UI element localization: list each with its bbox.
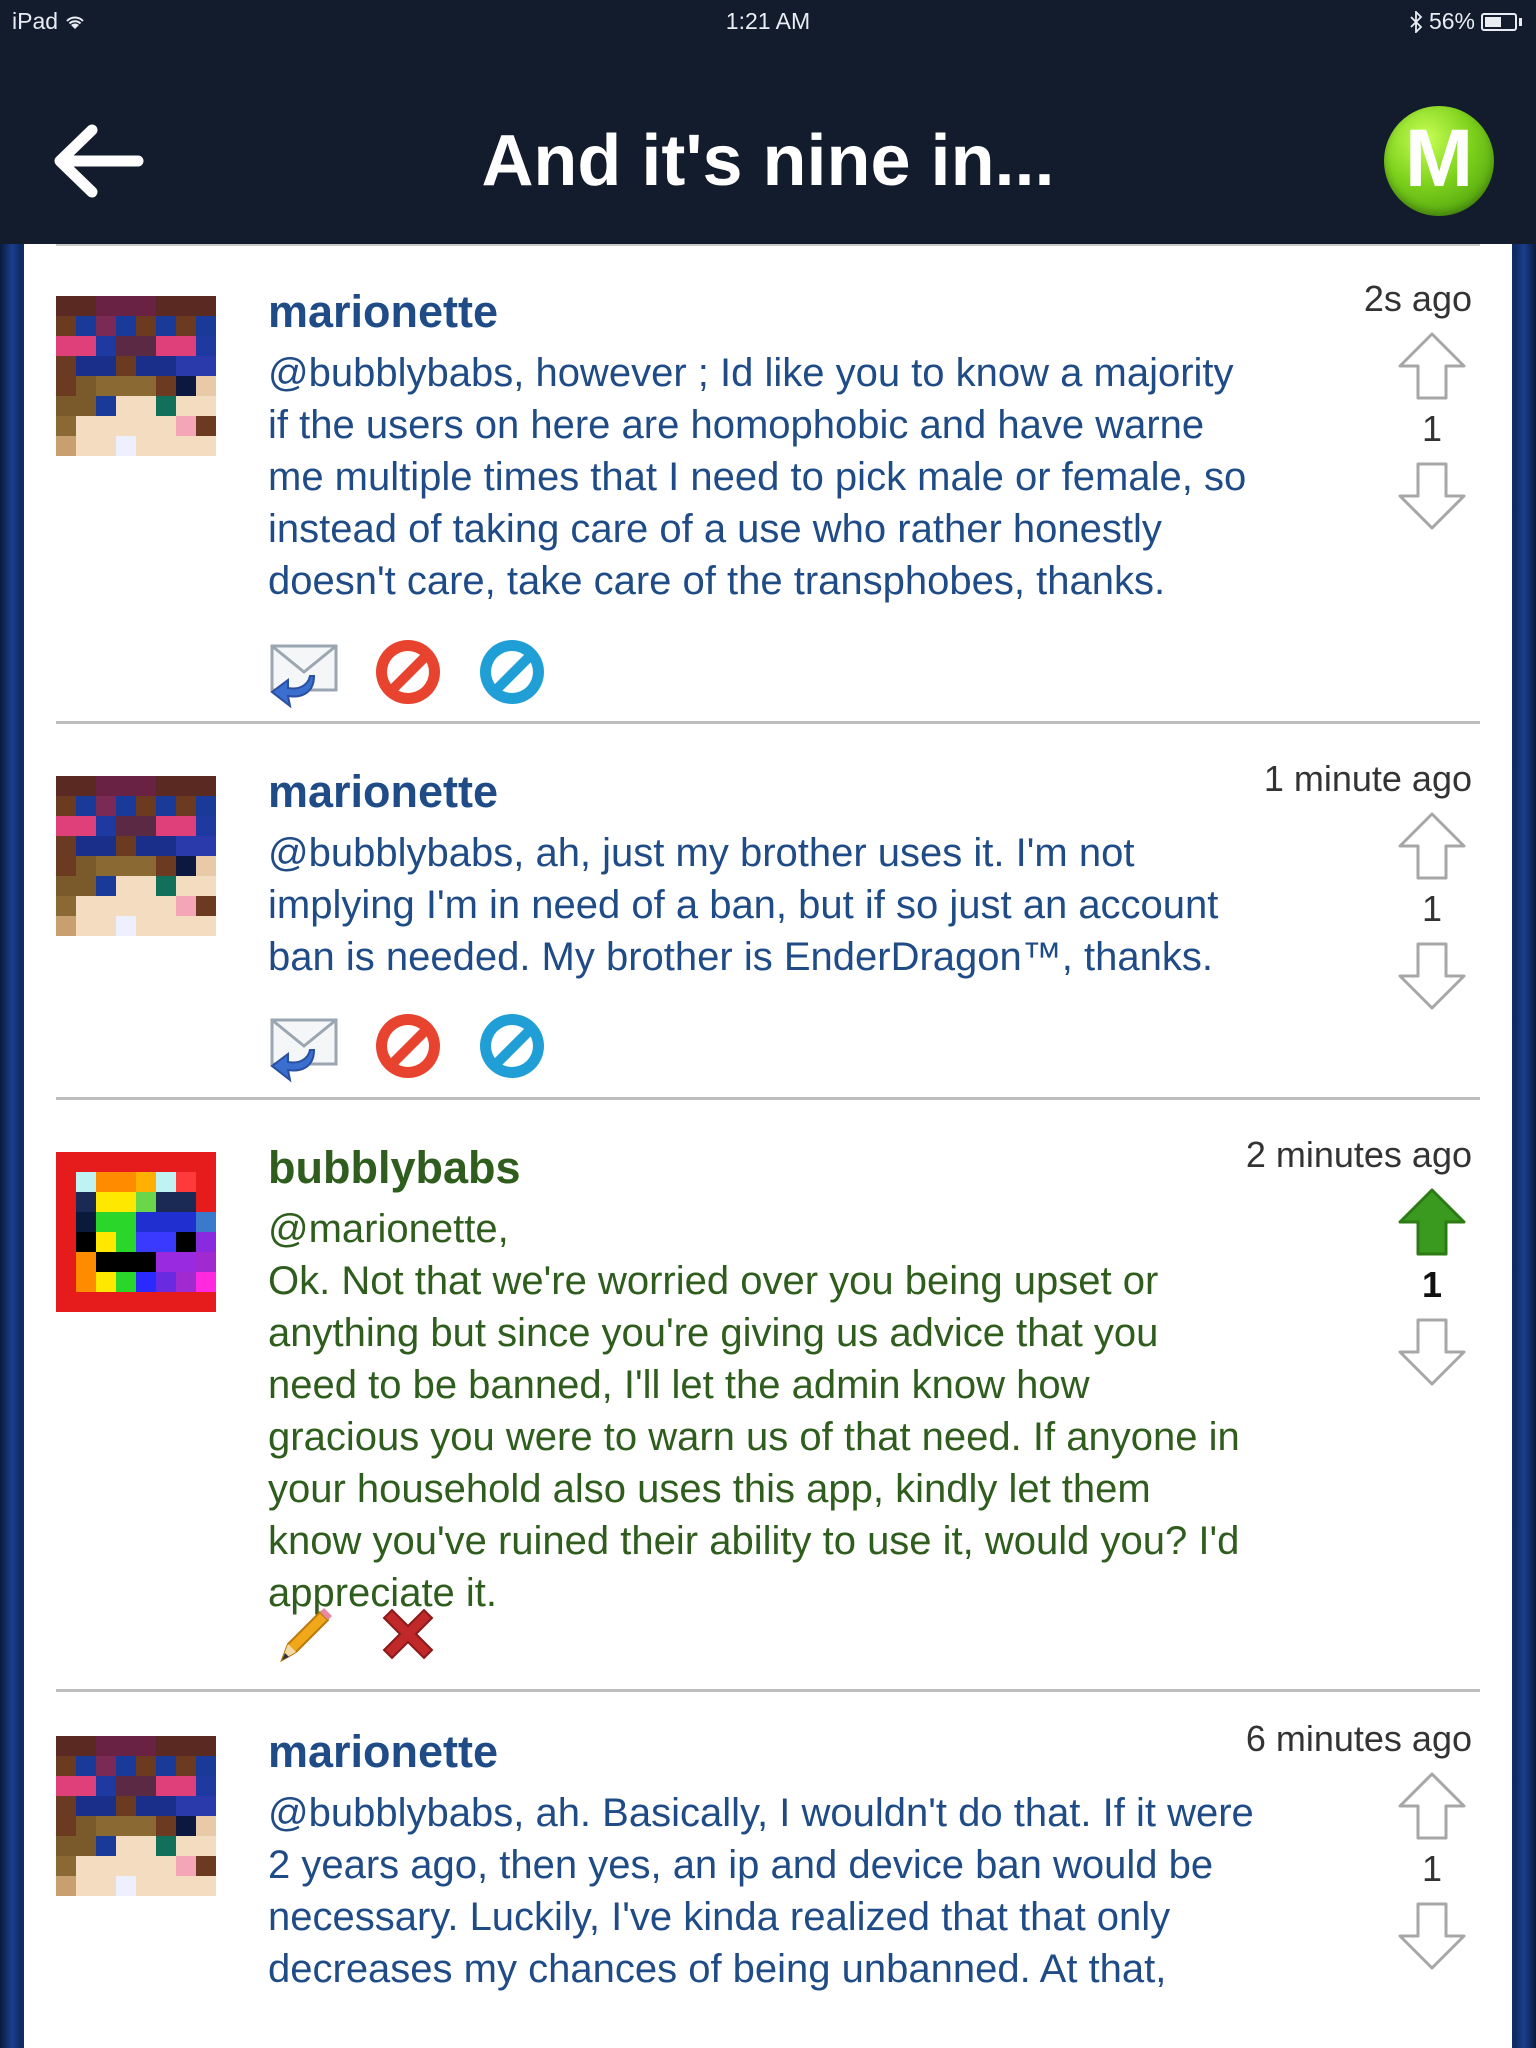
downvote-arrow-icon[interactable]	[1396, 1316, 1468, 1388]
comment-timestamp: 6 minutes ago	[1245, 1718, 1472, 1759]
avatar[interactable]	[56, 296, 216, 456]
edit-pencil-icon[interactable]	[268, 1598, 340, 1670]
downvote-arrow-icon[interactable]	[1396, 460, 1468, 532]
reply-mail-icon[interactable]	[268, 1010, 340, 1082]
comment-actions	[268, 1010, 548, 1082]
delete-x-icon[interactable]	[372, 1598, 444, 1670]
comment-timestamp: 2 minutes ago	[1245, 1134, 1472, 1175]
downvote-arrow-icon[interactable]	[1396, 1900, 1468, 1972]
battery-percent: 56%	[1428, 8, 1475, 34]
page-title: And it's nine in...	[481, 121, 1055, 201]
comment-username[interactable]: bubblybabs	[268, 1142, 521, 1194]
comments-panel: marionette 2s ago @bubblybabs, however ;…	[24, 244, 1512, 2048]
battery-tip	[1519, 17, 1522, 26]
vote-score: 1	[1421, 1264, 1443, 1305]
comment-body: @bubblybabs, ah, just my brother uses it…	[268, 831, 1219, 979]
avatar[interactable]	[56, 1736, 216, 1896]
bluetooth-icon	[1410, 10, 1423, 33]
clock: 1:21 AM	[725, 8, 811, 34]
nav-bar: And it's nine in... M	[0, 44, 1536, 244]
divider	[56, 1689, 1480, 1692]
block-red-icon[interactable]	[372, 1010, 444, 1082]
vote-score: 1	[1421, 888, 1443, 929]
downvote-arrow-icon[interactable]	[1396, 940, 1468, 1012]
comment-username[interactable]: marionette	[268, 286, 498, 338]
block-red-icon[interactable]	[372, 636, 444, 708]
upvote-arrow-icon[interactable]	[1396, 810, 1468, 882]
status-bar: iPad 1:21 AM 56%	[0, 0, 1536, 44]
reply-mail-icon[interactable]	[268, 636, 340, 708]
battery-icon	[1481, 12, 1517, 31]
upvote-arrow-icon[interactable]	[1396, 1770, 1468, 1842]
comment-username[interactable]: marionette	[268, 1726, 498, 1778]
divider	[56, 1097, 1480, 1100]
comment-actions	[268, 636, 548, 708]
divider	[56, 721, 1480, 724]
logo-letter: M	[1404, 113, 1474, 204]
vote-score: 1	[1421, 408, 1443, 449]
comment-actions	[268, 1598, 444, 1670]
comment-username[interactable]: marionette	[268, 766, 498, 818]
comment-body: @marionette, Ok. Not that we're worried …	[268, 1207, 1240, 1615]
comment-timestamp: 1 minute ago	[1263, 758, 1472, 799]
vote-score: 1	[1421, 1848, 1443, 1889]
avatar[interactable]	[56, 776, 216, 936]
comment-body: @bubblybabs, ah. Basically, I wouldn't d…	[268, 1791, 1254, 1991]
app-logo-button[interactable]: M	[1384, 106, 1494, 216]
block-blue-icon[interactable]	[476, 1010, 548, 1082]
comment-timestamp: 2s ago	[1363, 278, 1472, 319]
upvote-arrow-icon[interactable]	[1396, 330, 1468, 402]
upvote-arrow-icon-active[interactable]	[1396, 1186, 1468, 1258]
comment-body: @bubblybabs, however ; Id like you to kn…	[268, 351, 1247, 603]
divider	[56, 244, 1480, 246]
avatar[interactable]	[56, 1152, 216, 1312]
block-blue-icon[interactable]	[476, 636, 548, 708]
